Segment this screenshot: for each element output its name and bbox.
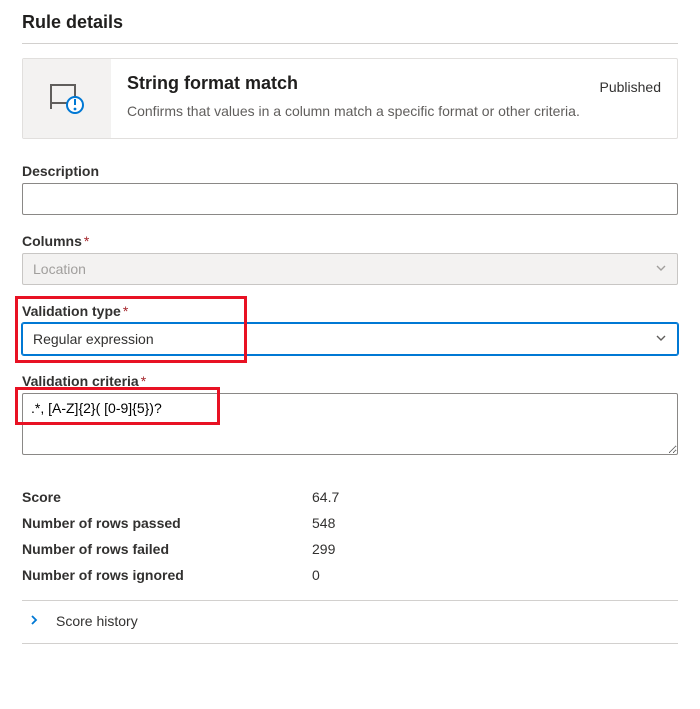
required-asterisk: * (123, 303, 128, 319)
score-value: 64.7 (312, 484, 339, 510)
description-label: Description (22, 163, 678, 179)
columns-label: Columns* (22, 233, 678, 249)
ignored-row: Number of rows ignored 0 (22, 562, 678, 588)
ignored-value: 0 (312, 562, 320, 588)
chevron-down-icon (655, 331, 667, 347)
validation-type-field: Validation type* Regular expression (22, 303, 678, 355)
score-row: Score 64.7 (22, 484, 678, 510)
passed-label: Number of rows passed (22, 510, 312, 536)
validation-criteria-input[interactable] (22, 393, 678, 455)
failed-row: Number of rows failed 299 (22, 536, 678, 562)
stats-block: Score 64.7 Number of rows passed 548 Num… (22, 484, 678, 588)
columns-select-value: Location (33, 261, 86, 277)
required-asterisk: * (141, 373, 146, 389)
failed-value: 299 (312, 536, 335, 562)
ignored-label: Number of rows ignored (22, 562, 312, 588)
divider (22, 43, 678, 44)
score-history-expander[interactable]: Score history (22, 601, 678, 633)
format-match-icon (47, 77, 87, 120)
columns-field: Columns* Location (22, 233, 678, 285)
rule-type-icon-cell (23, 59, 111, 138)
passed-value: 548 (312, 510, 335, 536)
failed-label: Number of rows failed (22, 536, 312, 562)
description-input[interactable] (22, 183, 678, 215)
status-text: Published (600, 73, 662, 95)
divider (22, 643, 678, 644)
summary-title: String format match (127, 73, 584, 94)
passed-row: Number of rows passed 548 (22, 510, 678, 536)
chevron-right-icon (28, 613, 40, 629)
rule-details-panel: Rule details String format match Confirm… (0, 0, 700, 664)
summary-text: String format match Confirms that values… (127, 73, 584, 122)
validation-type-label: Validation type* (22, 303, 678, 319)
validation-type-value: Regular expression (33, 331, 154, 347)
validation-criteria-label: Validation criteria* (22, 373, 678, 389)
chevron-down-icon (655, 261, 667, 277)
page-title: Rule details (22, 12, 678, 33)
validation-criteria-field: Validation criteria* (22, 373, 678, 458)
summary-body: String format match Confirms that values… (111, 59, 677, 138)
required-asterisk: * (84, 233, 89, 249)
columns-select[interactable]: Location (22, 253, 678, 285)
validation-type-select[interactable]: Regular expression (22, 323, 678, 355)
summary-card: String format match Confirms that values… (22, 58, 678, 139)
summary-description: Confirms that values in a column match a… (127, 102, 584, 122)
description-field: Description (22, 163, 678, 215)
score-history-label: Score history (56, 613, 138, 629)
score-label: Score (22, 484, 312, 510)
